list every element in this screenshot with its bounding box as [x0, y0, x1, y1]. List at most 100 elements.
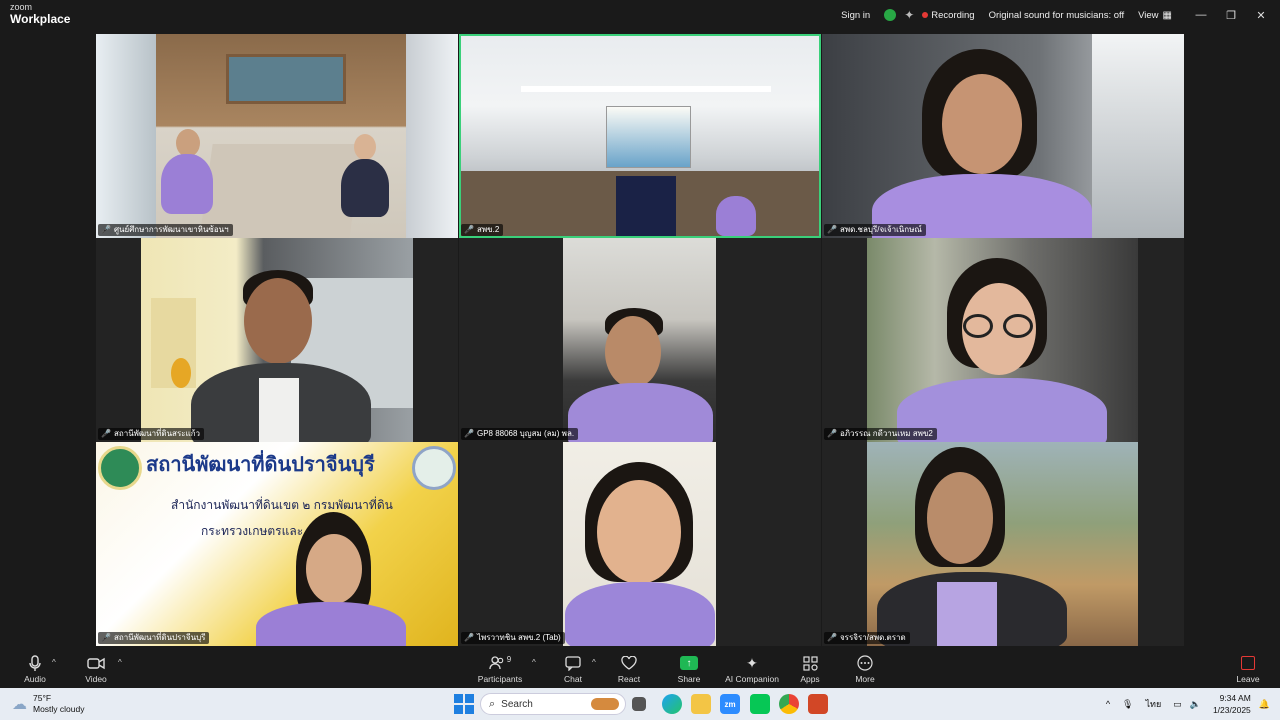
org-logo-left: [98, 446, 142, 490]
leave-button[interactable]: Leave: [1222, 654, 1274, 684]
video-feed: [563, 238, 716, 442]
taskbar-search[interactable]: ⌕ Search: [480, 693, 626, 715]
participant-name: จรรจิรา/สพด.ตราด: [839, 633, 906, 642]
video-tile-7[interactable]: สถานีพัฒนาที่ดินปราจีนบุรี สำนักงานพัฒนา…: [96, 442, 458, 646]
input-language[interactable]: ไทย: [1145, 697, 1161, 711]
apps-button[interactable]: Apps: [784, 654, 836, 684]
virtual-background: สถานีพัฒนาที่ดินปราจีนบุรี สำนักงานพัฒนา…: [96, 442, 458, 646]
mic-muted-icon: 🎤: [101, 633, 111, 642]
system-tray: ^ 🎙 ไทย ▭ 🔈 9:34 AM 1/23/2025 🔔: [1106, 692, 1270, 716]
participants-icon: 9: [474, 654, 526, 672]
participant-name: ศูนย์ศึกษาการพัฒนาเขาหินซ้อนฯ: [113, 225, 229, 234]
video-label: Video: [85, 674, 107, 684]
zoom-app-icon[interactable]: zm: [720, 694, 740, 714]
participants-options-caret-icon[interactable]: ^: [532, 658, 536, 667]
share-button[interactable]: ↑ Share: [663, 654, 715, 684]
video-feed: [461, 36, 819, 236]
title-bar: zoom Workplace Sign in ✦ Recording Origi…: [0, 0, 1280, 30]
participant-name: ไพรวาทชิน สพข.2 (Tab): [476, 633, 561, 642]
original-sound-status[interactable]: Original sound for musicians: off: [989, 10, 1125, 21]
restore-button[interactable]: ❐: [1216, 9, 1246, 22]
ai-sparkle-icon: ✦: [746, 654, 758, 671]
video-tile-8[interactable]: 🎤 ไพรวาทชิน สพข.2 (Tab): [459, 442, 821, 646]
clock[interactable]: 9:34 AM 1/23/2025: [1213, 692, 1251, 716]
brand-line1: zoom: [10, 2, 33, 12]
video-tile-4[interactable]: 🎤 สถานีพัฒนาที่ดินสระแก้ว: [96, 238, 458, 442]
tray-overflow-icon[interactable]: ^: [1106, 699, 1110, 709]
heart-icon: [603, 654, 655, 672]
mic-muted-icon: 🎤: [827, 429, 837, 438]
edge-icon[interactable]: [662, 694, 682, 714]
brand-line2: Workplace: [10, 12, 71, 26]
participant-name-tag: 🎤 สถานีพัฒนาที่ดินสระแก้ว: [98, 428, 205, 440]
mic-muted-icon: 🎤: [101, 429, 111, 438]
react-label: React: [617, 674, 641, 684]
participant-name: สพข.2: [476, 225, 500, 234]
mic-muted-icon: 🎤: [827, 633, 837, 642]
participant-name-tag: 🎤 ไพรวาทชิน สพข.2 (Tab): [461, 632, 565, 644]
banner-line3: กระทรวงเกษตรและ: [201, 524, 304, 538]
view-button[interactable]: View ▦: [1138, 10, 1172, 21]
participant-name: สถานีพัฒนาที่ดินสระแก้ว: [113, 429, 201, 438]
audio-options-caret-icon[interactable]: ^: [52, 658, 56, 667]
participants-count: 9: [506, 654, 512, 664]
participant-name-tag: 🎤 อภิวรรณ กดีวานเหม สพข2: [824, 428, 937, 440]
cloud-sun-icon: ☁: [12, 696, 27, 713]
ai-companion-button[interactable]: ✦ AI Companion: [718, 654, 786, 685]
participant-name: GP8 88068 บุญสม (ลม) พล.: [476, 429, 575, 438]
participant-name-tag: 🎤 สพข.2: [461, 224, 504, 236]
video-tile-3[interactable]: 🎤 สพด.ชลบุรี/จเจ้าเนิกษณ์: [822, 34, 1184, 238]
video-tile-5[interactable]: 🎤 GP8 88068 บุญสม (ลม) พล.: [459, 238, 821, 442]
network-icon[interactable]: ▭: [1173, 699, 1182, 710]
mic-muted-icon: 🎤: [464, 633, 474, 642]
chat-label: Chat: [564, 674, 582, 684]
recording-indicator[interactable]: Recording: [922, 10, 975, 21]
participant-name-tag: 🎤 สพด.ชลบุรี/จเจ้าเนิกษณ์: [824, 224, 926, 236]
zoom-logo: zoom Workplace: [10, 2, 71, 26]
minimize-button[interactable]: —: [1186, 9, 1216, 21]
participant-name: สถานีพัฒนาที่ดินปราจีนบุรี: [113, 633, 206, 642]
participant-name: สพด.ชลบุรี/จเจ้าเนิกษณ์: [839, 225, 922, 234]
more-button[interactable]: More: [839, 654, 891, 684]
mic-muted-icon: 🎤: [101, 225, 111, 234]
encryption-shield-icon[interactable]: [884, 9, 897, 21]
video-feed: [141, 238, 413, 442]
video-tile-2[interactable]: 🎤 สพข.2: [459, 34, 821, 238]
participant-name-tag: 🎤 สถานีพัฒนาที่ดินปราจีนบุรี: [98, 632, 210, 644]
apps-icon: [784, 654, 836, 672]
react-button[interactable]: React: [603, 654, 655, 684]
share-screen-icon: ↑: [680, 656, 698, 670]
video-options-caret-icon[interactable]: ^: [118, 658, 122, 667]
chat-options-caret-icon[interactable]: ^: [592, 658, 596, 667]
video-tile-1[interactable]: 🎤 ศูนย์ศึกษาการพัฒนาเขาหินซ้อนฯ: [96, 34, 458, 238]
banner-line2: สำนักงานพัฒนาที่ดินเขต ๒ กรมพัฒนาที่ดิน: [171, 498, 393, 512]
sign-in-link[interactable]: Sign in: [841, 10, 870, 21]
meeting-controls: Audio ^ Video ^ 9 Participants ^ Chat ^ …: [0, 650, 1280, 688]
task-view-icon[interactable]: [632, 697, 646, 711]
participants-button[interactable]: 9 Participants: [474, 654, 526, 685]
notification-icon[interactable]: 🔔: [1259, 699, 1270, 710]
volume-icon[interactable]: 🔈: [1190, 699, 1201, 710]
video-button[interactable]: Video: [70, 654, 122, 684]
file-explorer-icon[interactable]: [691, 694, 711, 714]
powerpoint-icon[interactable]: [808, 694, 828, 714]
close-button[interactable]: ✕: [1246, 9, 1276, 22]
video-tile-6[interactable]: 🎤 อภิวรรณ กดีวานเหม สพข2: [822, 238, 1184, 442]
ai-sparkle-icon[interactable]: ✦: [904, 8, 914, 22]
mic-muted-icon: 🎤: [464, 225, 474, 234]
apps-label: Apps: [800, 674, 820, 684]
weather-condition: Mostly cloudy: [33, 704, 85, 714]
audio-label: Audio: [24, 674, 46, 684]
chrome-icon[interactable]: [779, 694, 799, 714]
view-label: View: [1138, 9, 1159, 21]
search-icon: ⌕: [489, 697, 496, 710]
camera-icon: [70, 654, 122, 672]
participant-name-tag: 🎤 จรรจิรา/สพด.ตราด: [824, 632, 910, 644]
line-app-icon[interactable]: [750, 694, 770, 714]
video-feed: [822, 34, 1184, 238]
microphone-tray-icon[interactable]: 🎙: [1122, 699, 1133, 710]
weather-widget[interactable]: ☁ 75°F Mostly cloudy: [12, 693, 85, 715]
date: 1/23/2025: [1212, 705, 1251, 715]
windows-start-icon[interactable]: [454, 694, 474, 714]
video-tile-9[interactable]: 🎤 จรรจิรา/สพด.ตราด: [822, 442, 1184, 646]
